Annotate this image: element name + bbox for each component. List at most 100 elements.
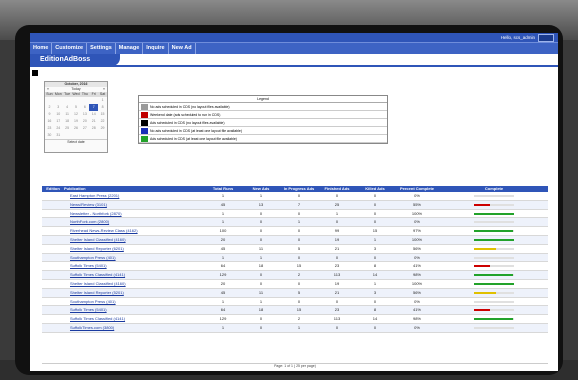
- progress-fill: [474, 238, 514, 241]
- new-ads-cell: 0: [259, 272, 263, 278]
- calendar-day[interactable]: 20: [80, 118, 89, 125]
- calendar-day[interactable]: 25: [63, 125, 72, 132]
- calendar-day[interactable]: 23: [45, 125, 54, 132]
- calendar-day[interactable]: 6: [80, 104, 89, 111]
- calendar-day[interactable]: 21: [89, 118, 98, 125]
- calendar-day[interactable]: 2: [45, 104, 54, 111]
- killed-ads-cell: 1: [373, 236, 377, 242]
- percent-complete-cell: 41%: [412, 307, 421, 313]
- calendar-day[interactable]: 22: [98, 118, 107, 125]
- legend-item: Ads scheduled in CDS (no layout files av…: [139, 119, 387, 127]
- edition-cell: [42, 192, 64, 200]
- legend-text: Weekend date (ads scheduled to run in CD…: [150, 112, 221, 117]
- complete-bar-cell: [440, 201, 548, 209]
- menu-item-settings[interactable]: Settings: [87, 43, 116, 54]
- calendar-day[interactable]: 30: [45, 132, 54, 139]
- calendar-day[interactable]: 5: [72, 104, 81, 111]
- in-progress-cell: 1: [297, 324, 301, 330]
- menu-item-home[interactable]: Home: [30, 43, 53, 54]
- calendar-day[interactable]: 10: [54, 111, 63, 118]
- percent-complete-cell: 0%: [414, 219, 420, 225]
- calendar-day[interactable]: 14: [89, 111, 98, 118]
- edition-cell: [42, 271, 64, 279]
- publication-link[interactable]: Newsletter - Northfork (2870): [64, 210, 204, 218]
- logout-button[interactable]: [538, 33, 554, 42]
- pager: Page: 1 of 1 ( 25 per page): [42, 363, 548, 370]
- calendar-day: [80, 132, 89, 139]
- calendar-day[interactable]: 1: [98, 97, 107, 104]
- new-ads-cell: 0: [259, 280, 263, 286]
- calendar-day[interactable]: 27: [80, 125, 89, 132]
- calendar-day: [45, 97, 54, 104]
- publication-link[interactable]: Southampton Press (401): [64, 298, 204, 306]
- publication-link[interactable]: East Hampton Press (2201): [64, 192, 204, 200]
- percent-complete-cell: 0%: [414, 254, 420, 260]
- calendar-day: [72, 132, 81, 139]
- complete-bar-cell: [440, 289, 548, 297]
- total-runs-cell: 45: [220, 245, 226, 251]
- calendar-day[interactable]: 11: [63, 111, 72, 118]
- publication-link[interactable]: Riverhead News-Review Class (4162): [64, 227, 204, 235]
- calendar-day[interactable]: 7: [89, 104, 99, 111]
- edition-cell: [42, 254, 64, 262]
- complete-bar-cell: [440, 227, 548, 235]
- finished-ads-cell: 113: [333, 272, 341, 278]
- publication-link[interactable]: Shelter Island Classified (4160): [64, 236, 204, 244]
- publication-link[interactable]: News/Review (3101): [64, 201, 204, 209]
- publication-link[interactable]: Shelter Island Classified (4160): [64, 280, 204, 288]
- new-ads-cell: 1: [259, 298, 263, 304]
- calendar-day[interactable]: 13: [80, 111, 89, 118]
- table-row: Southampton Press (401) 1 1 0 0 0 0%: [42, 298, 548, 307]
- killed-ads-cell: 0: [373, 298, 377, 304]
- publication-link[interactable]: Shelter Island Reporter (5201): [64, 289, 204, 297]
- legend-text: No ads scheduled in CDS (no layout files…: [150, 104, 230, 109]
- legend-swatch: [141, 103, 148, 110]
- calendar-day[interactable]: 18: [63, 118, 72, 125]
- calendar-day[interactable]: 9: [45, 111, 54, 118]
- progress-bar: [474, 309, 514, 312]
- publication-link[interactable]: Suffolk Times (5401): [64, 262, 204, 270]
- menu-item-customize[interactable]: Customize: [52, 43, 88, 54]
- killed-ads-cell: 0: [373, 193, 377, 198]
- percent-complete-cell: 56%: [412, 245, 421, 251]
- menu-item-inquire[interactable]: Inquire: [143, 43, 169, 54]
- calendar-day[interactable]: 19: [72, 118, 81, 125]
- calendar-day[interactable]: 8: [98, 104, 107, 111]
- menu-item-manage[interactable]: Manage: [116, 43, 144, 54]
- menu-item-new-ad[interactable]: New Ad: [169, 43, 196, 54]
- complete-bar-cell: [440, 280, 548, 288]
- total-runs-cell: 1: [221, 193, 225, 198]
- progress-fill: [474, 230, 513, 233]
- collapse-arrow-icon[interactable]: [32, 70, 38, 76]
- calendar-day[interactable]: 17: [54, 118, 63, 125]
- calendar-day[interactable]: 15: [98, 111, 107, 118]
- calendar-day[interactable]: 28: [89, 125, 98, 132]
- calendar-day[interactable]: 29: [98, 125, 107, 132]
- publication-link[interactable]: Southampton Press (401): [64, 254, 204, 262]
- publication-link[interactable]: Suffolk Times Classified (4141): [64, 315, 204, 323]
- legend-box: Legend No ads scheduled in CDS (no layou…: [138, 95, 388, 144]
- calendar-day[interactable]: 24: [54, 125, 63, 132]
- calendar-day[interactable]: 12: [72, 111, 81, 118]
- finished-ads-cell: 0: [335, 324, 339, 330]
- progress-bar: [474, 300, 514, 303]
- percent-complete-cell: 55%: [412, 201, 421, 207]
- publication-link[interactable]: SuffolkTimes.com (3800): [64, 324, 204, 332]
- complete-bar-cell: [440, 218, 548, 226]
- publication-link[interactable]: Shelter Island Reporter (6201): [64, 245, 204, 253]
- calendar-day[interactable]: 26: [72, 125, 81, 132]
- calendar-day: [89, 97, 98, 104]
- publication-link[interactable]: NorthFork.com (2800): [64, 218, 204, 226]
- killed-ads-cell: 0: [373, 324, 377, 330]
- calendar-day[interactable]: 3: [54, 104, 63, 111]
- calendar-select-date[interactable]: Select date: [45, 139, 107, 145]
- publication-table: Edition Publication Total Runs New Ads In Pr…: [42, 186, 548, 333]
- finished-ads-cell: 23: [334, 307, 340, 313]
- calendar-day[interactable]: 16: [45, 118, 54, 125]
- publication-link[interactable]: Suffolk Times Classified (4141): [64, 271, 204, 279]
- calendar-day[interactable]: 31: [54, 132, 63, 139]
- publication-link[interactable]: Suffolk Times (5401): [64, 306, 204, 314]
- calendar-day[interactable]: 4: [63, 104, 72, 111]
- legend-text: No ads scheduled in CDS (at least one la…: [150, 128, 243, 133]
- complete-bar-cell: [440, 245, 548, 253]
